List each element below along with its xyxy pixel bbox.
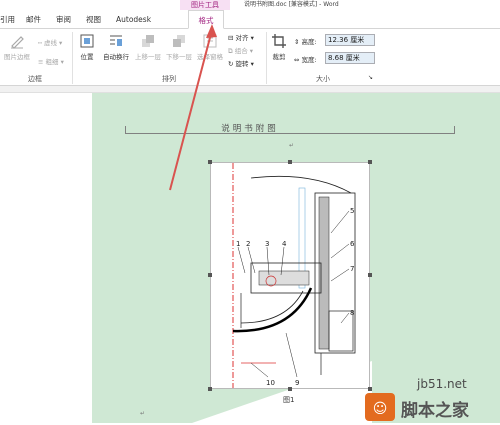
watermark-site: jb51.net xyxy=(417,377,467,391)
watermark-name: 脚本之家 xyxy=(401,401,469,421)
watermark: ☺ jb51.net 脚本之家 xyxy=(365,375,500,423)
svg-text:☺: ☺ xyxy=(373,401,388,417)
annotation-arrow xyxy=(169,24,217,191)
